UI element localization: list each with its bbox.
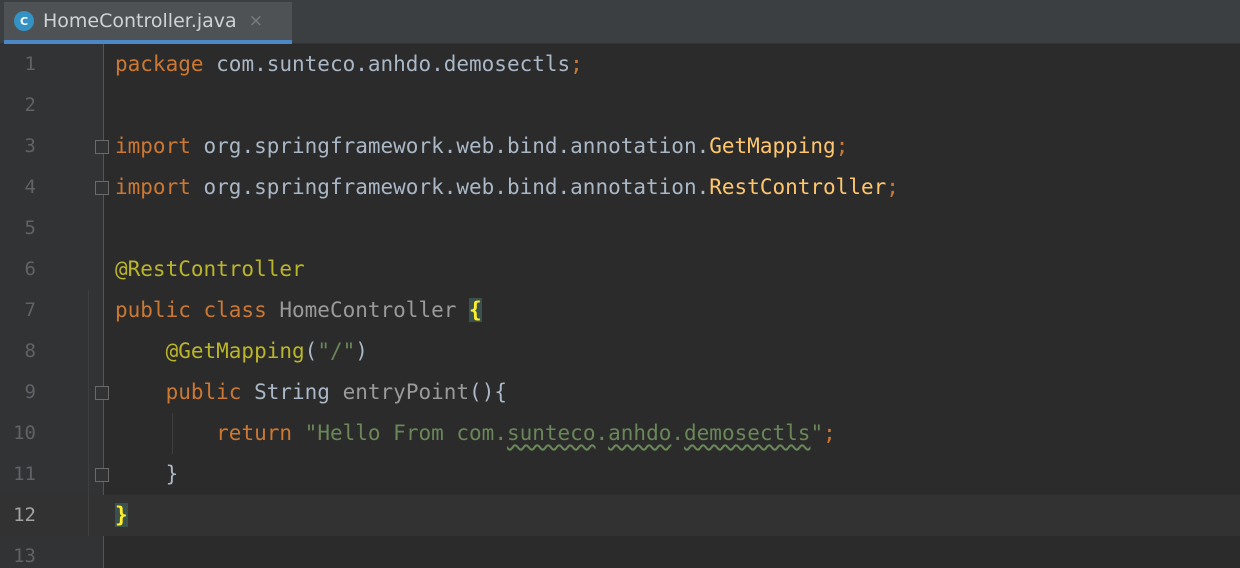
code-token: ;: [835, 134, 849, 158]
code-text: public String entryPoint(){: [115, 372, 507, 413]
line-number: 8: [24, 340, 36, 362]
code-token: import: [115, 175, 204, 199]
code-token: {: [469, 298, 482, 322]
code-text: public class HomeController {: [115, 290, 482, 331]
code-text: return "Hello From com.sunteco.anhdo.dem…: [115, 413, 836, 454]
tab-home-controller[interactable]: C HomeController.java ×: [4, 2, 292, 44]
indent-guide: [88, 290, 89, 536]
code-line-4[interactable]: 4 import org.springframework.web.bind.ann…: [0, 167, 1240, 208]
line-number: 6: [24, 258, 36, 280]
code-token: return: [216, 421, 305, 445]
code-token: public: [165, 380, 255, 404]
indent-guide: [172, 413, 173, 454]
line-number: 3: [24, 135, 36, 157]
code-token: }: [115, 462, 179, 486]
code-text: package com.sunteco.anhdo.demosectls;: [115, 44, 583, 85]
code-text: import org.springframework.web.bind.anno…: [115, 126, 848, 167]
code-token: RestController: [709, 175, 887, 199]
line-number: 1: [24, 53, 36, 75]
code-line-13[interactable]: 13: [0, 536, 1240, 568]
code-token: ;: [570, 52, 583, 76]
line-number: 10: [13, 422, 36, 444]
fold-marker-icon[interactable]: [95, 140, 109, 154]
code-token: @GetMapping: [165, 339, 305, 363]
line-number: 5: [24, 217, 36, 239]
code-line-12[interactable]: 12}: [0, 495, 1240, 536]
code-token: public class: [115, 298, 280, 322]
code-token: "Hello From com.: [304, 421, 507, 445]
line-number: 13: [13, 545, 36, 567]
code-token: entryPoint: [342, 380, 470, 404]
code-token: .: [671, 421, 685, 445]
code-token: anhdo: [608, 421, 672, 445]
code-line-3[interactable]: 3 import org.springframework.web.bind.ann…: [0, 126, 1240, 167]
code-text: @GetMapping("/"): [115, 331, 368, 372]
code-token: (: [304, 339, 318, 363]
code-text: }: [115, 454, 179, 495]
line-number: 9: [24, 381, 36, 403]
code-editor[interactable]: 1 package com.sunteco.anhdo.demosectls; 2 3…: [0, 44, 1240, 568]
code-token: import: [115, 134, 204, 158]
code-text: @RestController: [115, 249, 305, 290]
code-token: ;: [886, 175, 899, 199]
line-number: 4: [24, 176, 36, 198]
line-number: 12: [13, 504, 36, 526]
code-line-11[interactable]: 11 }: [0, 454, 1240, 495]
editor-tab-bar: C HomeController.java ×: [0, 0, 1240, 44]
code-token: package: [115, 52, 217, 76]
code-token: ;: [823, 421, 836, 445]
code-token: HomeController: [279, 298, 470, 322]
code-token: "/": [317, 339, 356, 363]
code-line-6[interactable]: 6 @RestController: [0, 249, 1240, 290]
code-line-1[interactable]: 1 package com.sunteco.anhdo.demosectls;: [0, 44, 1240, 85]
code-token: sunteco: [506, 421, 596, 445]
code-text: }: [115, 495, 128, 536]
line-number: 2: [24, 94, 36, 116]
code-line-9[interactable]: 9 public String entryPoint(){: [0, 372, 1240, 413]
close-icon[interactable]: ×: [249, 11, 263, 31]
java-class-icon: C: [14, 11, 34, 31]
code-token: ": [810, 421, 824, 445]
code-line-10[interactable]: 10 return "Hello From com.sunteco.anhdo.…: [0, 413, 1240, 454]
code-line-8[interactable]: 8 @GetMapping("/"): [0, 331, 1240, 372]
code-token: ): [355, 339, 368, 363]
code-token: org.springframework.web.bind.annotation.: [203, 175, 710, 199]
code-line-7[interactable]: 7 public class HomeController {: [0, 290, 1240, 331]
code-token: GetMapping: [709, 134, 836, 158]
code-token: demosectls: [684, 421, 811, 445]
code-line-2[interactable]: 2: [0, 85, 1240, 126]
code-token: String: [254, 380, 343, 404]
line-number: 11: [13, 463, 36, 485]
code-token: }: [115, 503, 128, 527]
fold-marker-icon[interactable]: [95, 468, 109, 482]
fold-marker-icon[interactable]: [95, 181, 109, 195]
code-token: (){: [469, 380, 507, 404]
line-number: 7: [24, 299, 36, 321]
fold-marker-icon[interactable]: [95, 386, 109, 400]
tab-title: HomeController.java: [43, 10, 237, 32]
code-token: org.springframework.web.bind.annotation.: [203, 134, 710, 158]
code-token: .: [595, 421, 609, 445]
code-line-5[interactable]: 5: [0, 208, 1240, 249]
code-text: import org.springframework.web.bind.anno…: [115, 167, 899, 208]
code-token: @RestController: [115, 257, 305, 281]
code-token: com.sunteco.anhdo.demosectls: [216, 52, 571, 76]
